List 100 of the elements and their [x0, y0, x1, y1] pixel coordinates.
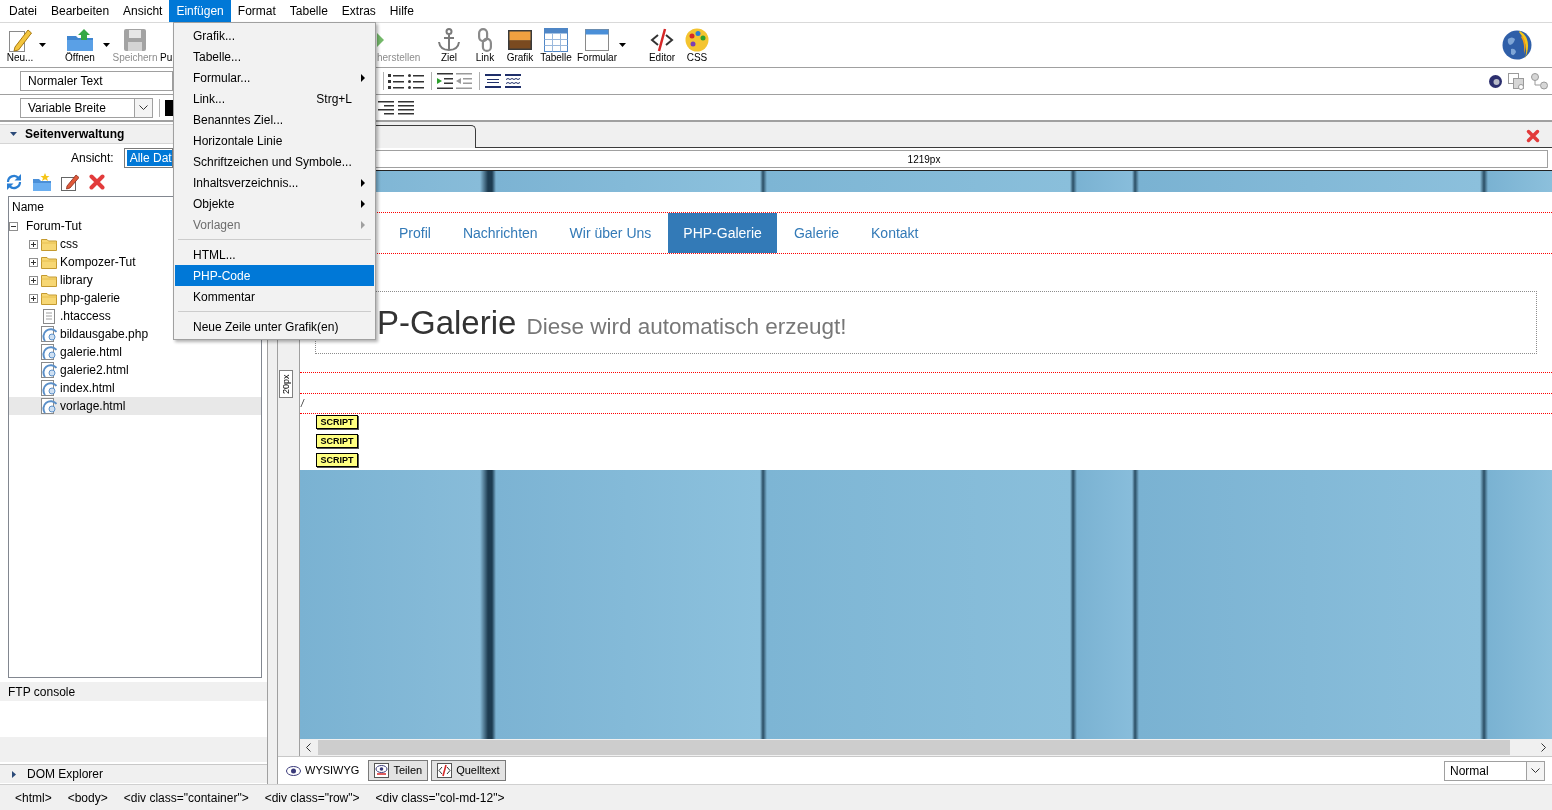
- plus-box-icon[interactable]: [29, 257, 38, 267]
- nav-link[interactable]: PHP-Galerie: [668, 213, 777, 253]
- menu-item[interactable]: Link... Strg+L: [175, 88, 374, 109]
- toolbar-button[interactable]: Pu: [160, 25, 172, 65]
- indent-icon[interactable]: [437, 73, 453, 89]
- wavy-lines-icon[interactable]: [505, 73, 521, 89]
- nav-link[interactable]: Galerie: [778, 213, 855, 253]
- menu-bar-item[interactable]: Bearbeiten: [44, 0, 117, 22]
- minus-box-icon[interactable]: [9, 221, 18, 231]
- width-mode-select[interactable]: Variable Breite: [20, 97, 153, 118]
- display-mode-select[interactable]: Normal: [1444, 760, 1545, 781]
- image-icon: [508, 30, 532, 50]
- web-page-icon: [41, 398, 57, 414]
- menu-item[interactable]: Formular...: [175, 67, 374, 88]
- window-icon: [585, 29, 609, 51]
- color-swatch-icon[interactable]: [165, 99, 173, 116]
- caret-icon: [102, 43, 110, 47]
- menu-bar-item[interactable]: Tabelle: [282, 0, 335, 22]
- folder-icon: [41, 291, 57, 305]
- page-subheading: Diese wird automatisch erzeugt!: [526, 312, 847, 341]
- menu-item[interactable]: PHP-Code: [175, 265, 374, 286]
- close-icon[interactable]: [1526, 129, 1540, 143]
- panel-header: FTP console: [0, 682, 267, 701]
- menu-bar-item[interactable]: Einfügen: [169, 0, 231, 22]
- folder-icon: [41, 237, 57, 251]
- plus-box-icon[interactable]: [29, 239, 38, 249]
- text-file-icon: [43, 308, 55, 324]
- justify-icon[interactable]: [398, 99, 414, 116]
- overlapping-squares-icon[interactable]: [1508, 72, 1525, 90]
- margin-marker: 20px: [279, 370, 293, 398]
- text-lines-icon[interactable]: [485, 73, 501, 89]
- script-tag[interactable]: SCRIPT: [316, 434, 358, 448]
- paragraph-style-select[interactable]: Normaler Text: [20, 71, 173, 91]
- edit-icon[interactable]: [61, 173, 79, 191]
- split-view-icon: [374, 763, 390, 778]
- menu-bar-item[interactable]: Ansicht: [116, 0, 170, 22]
- path-item[interactable]: <body>: [67, 788, 108, 807]
- toolbar-button[interactable]: Tabelle: [538, 25, 574, 65]
- web-page-icon: [41, 362, 57, 378]
- eye-icon: [286, 765, 301, 776]
- path-item[interactable]: <div class="row">: [264, 788, 360, 807]
- folder-icon: [41, 273, 57, 287]
- menu-item[interactable]: Objekte: [175, 193, 374, 214]
- disc-icon[interactable]: [1489, 74, 1502, 88]
- menu-item[interactable]: Grafik...: [175, 25, 374, 46]
- path-item[interactable]: <div class="col-md-12">: [375, 788, 505, 807]
- web-page-icon: [41, 380, 57, 396]
- menu-item[interactable]: Schriftzeichen und Symbole...: [175, 151, 374, 172]
- refresh-icon[interactable]: [5, 173, 23, 191]
- delete-icon[interactable]: [89, 174, 105, 190]
- menu-bar-item[interactable]: Format: [230, 0, 283, 22]
- panel-header[interactable]: DOM Explorer: [0, 764, 267, 783]
- numbered-list-icon[interactable]: [388, 73, 404, 89]
- document-tab[interactable]: [376, 125, 476, 148]
- code-icon: [437, 763, 453, 778]
- menu-bar-item[interactable]: Hilfe: [382, 0, 421, 22]
- toolbar-button[interactable]: Formular: [576, 25, 618, 65]
- document-pencil-icon: [8, 28, 32, 52]
- menu-bar-item[interactable]: Datei: [2, 0, 44, 22]
- chevron-left-icon: [306, 743, 311, 752]
- view-tab[interactable]: Teilen: [368, 760, 429, 781]
- toolbar-button[interactable]: CSS: [682, 25, 712, 65]
- nav-link[interactable]: Wir über Uns: [554, 213, 667, 253]
- view-tab[interactable]: Quelltext: [431, 760, 506, 781]
- plus-box-icon[interactable]: [29, 275, 38, 285]
- script-tag[interactable]: SCRIPT: [316, 453, 358, 467]
- toolbar-button[interactable]: Grafik: [505, 25, 535, 65]
- toolbar-button[interactable]: Ziel: [434, 25, 464, 65]
- path-item[interactable]: <div class="container">: [123, 788, 249, 807]
- stray-text: /: [300, 397, 304, 411]
- globe-icon: [1502, 30, 1532, 60]
- folder-icon: [41, 255, 57, 269]
- caret-icon: [618, 43, 626, 47]
- folder-arrow-icon: [67, 29, 93, 51]
- web-page-icon: [41, 344, 57, 360]
- nav-link[interactable]: Profil: [384, 213, 446, 253]
- chevron-right-icon: [1541, 743, 1546, 752]
- bullet-list-icon[interactable]: [408, 73, 424, 89]
- nav-link[interactable]: Kontakt: [856, 213, 934, 253]
- view-select[interactable]: Alle Dat: [123, 148, 173, 168]
- nav-link[interactable]: Nachrichten: [447, 213, 553, 253]
- arrow-icon: [377, 33, 384, 47]
- menu-item[interactable]: Tabelle...: [175, 46, 374, 67]
- tree-item[interactable]: vorlage.html: [9, 397, 261, 415]
- toolbar-button[interactable]: Öffnen: [58, 25, 102, 65]
- toolbar-button[interactable]: Neu...: [2, 25, 38, 65]
- new-folder-icon[interactable]: [33, 173, 51, 191]
- view-label: Ansicht:: [71, 150, 114, 167]
- script-tag[interactable]: SCRIPT: [316, 415, 358, 429]
- menu-bar-item[interactable]: Extras: [334, 0, 383, 22]
- shortcut-label: Strg+L: [316, 90, 352, 108]
- scrollbar-thumb[interactable]: [318, 740, 1510, 755]
- toolbar-button[interactable]: Editor: [645, 25, 679, 65]
- toolbar-button[interactable]: Link: [470, 25, 500, 65]
- web-page-icon: [41, 326, 57, 342]
- menu-item[interactable]: Inhaltsverzeichnis...: [175, 172, 374, 193]
- path-item[interactable]: <html>: [15, 788, 52, 807]
- align-right-icon[interactable]: [378, 99, 394, 116]
- chevron-down-icon: [1531, 768, 1540, 773]
- plus-box-icon[interactable]: [29, 293, 38, 303]
